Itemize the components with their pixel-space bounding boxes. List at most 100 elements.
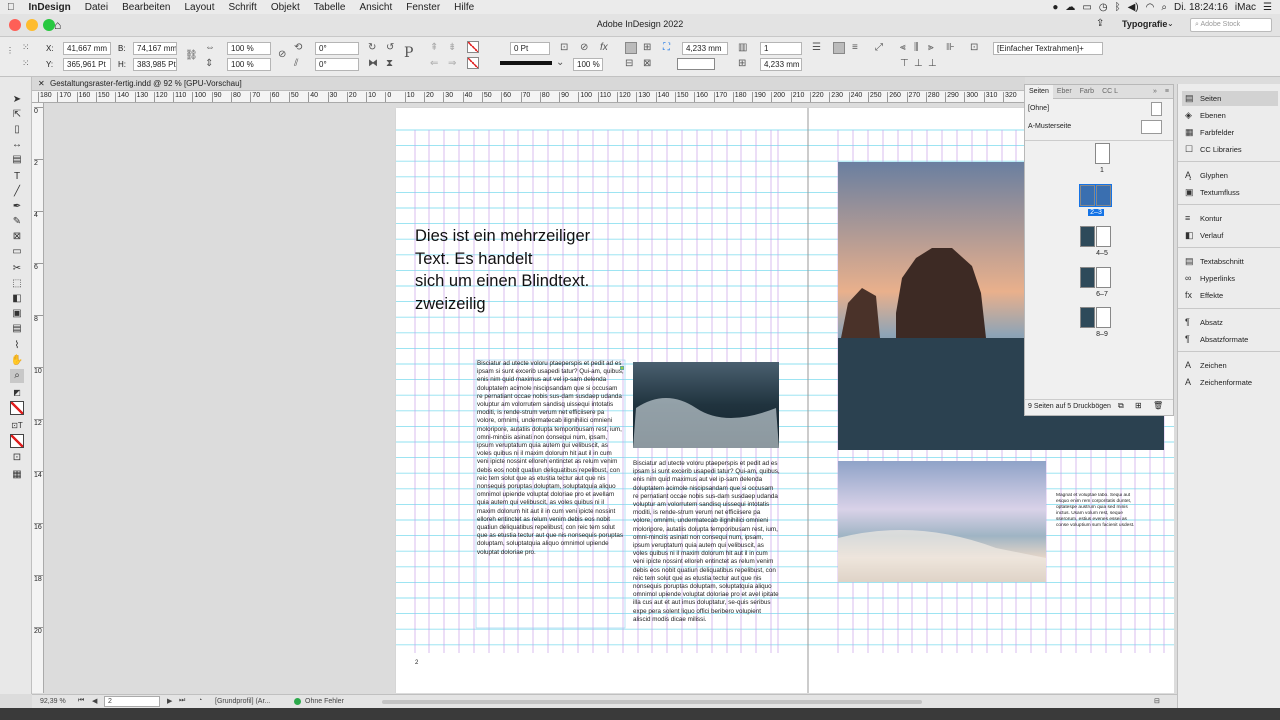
menu-bearbeiten[interactable]: Bearbeiten [115, 2, 177, 13]
direct-selection-tool-icon[interactable]: ⇱ [10, 108, 24, 122]
object-style-select[interactable]: [Einfacher Textrahmen]+ [993, 42, 1103, 55]
menu-ansicht[interactable]: Ansicht [352, 2, 399, 13]
wifi-icon[interactable]: ◠ [1146, 2, 1155, 13]
page-label[interactable]: 4–5 [1082, 250, 1122, 257]
eyedropper-tool-icon[interactable]: ⌇ [10, 339, 24, 353]
free-transform-tool-icon[interactable]: ⬚ [10, 277, 24, 291]
menu-layout[interactable]: Layout [177, 2, 221, 13]
menu-app-name[interactable]: InDesign [22, 2, 78, 13]
stroke-type-line[interactable] [500, 61, 552, 65]
chevron-down-icon[interactable]: ⌄ [556, 57, 564, 69]
align-h-centers-icon[interactable]: ⫼ [914, 42, 919, 54]
page-thumb[interactable] [1079, 184, 1096, 207]
tab-farbfelder[interactable]: Farb [1076, 88, 1098, 95]
first-page-icon[interactable]: ⏮ [78, 697, 84, 705]
dock-item-absatz[interactable]: ¶ Absatz [1182, 315, 1278, 330]
control-center-icon[interactable]: ☰ [1263, 2, 1272, 13]
fill-stroke-swatch[interactable] [10, 401, 24, 415]
type-tool-icon[interactable]: T [10, 170, 24, 184]
zoom-tool-icon[interactable]: ⌕ [10, 369, 24, 383]
constrain-proportions-icon[interactable]: ⊘ [278, 49, 286, 61]
align-left-edges-icon[interactable]: ⫷ [900, 42, 906, 54]
menu-schrift[interactable]: Schrift [222, 2, 264, 13]
content-collector-icon[interactable]: ▤ [10, 153, 24, 167]
horizontal-ruler[interactable]: 180 170 160 150 140 130 120 110 100 90 80 70 60 50 40 3… [32, 91, 1025, 103]
menu-datei[interactable]: Datei [78, 2, 115, 13]
panel-toggle-icon[interactable]: ⊟ [1154, 697, 1160, 705]
dock-item-glyphen[interactable]: Ą Glyphen [1182, 168, 1278, 183]
share-icon[interactable]: ⇪ [1096, 18, 1104, 29]
pen-tool-icon[interactable]: ✒ [10, 200, 24, 214]
pasteboard[interactable]: Dies ist ein mehrzeiliger Text. Es hande… [44, 103, 1174, 693]
select-container-icon[interactable]: ⇞ [430, 42, 438, 54]
a-master-thumb[interactable] [1141, 120, 1162, 134]
hand-tool-icon[interactable]: ✋ [10, 354, 24, 368]
chevron-down-icon[interactable]: ⌄ [1167, 19, 1174, 28]
note-tool-icon[interactable]: ▤ [10, 322, 24, 336]
tab-cc-libraries[interactable]: CC L [1098, 88, 1122, 95]
time-machine-icon[interactable]: ◷ [1099, 2, 1108, 13]
selection-tool-icon[interactable]: ➤ [10, 93, 24, 107]
zoom-level[interactable]: 92,39 % [40, 698, 66, 705]
creative-cloud-icon[interactable]: ☁ [1065, 2, 1075, 13]
a-master-label[interactable]: A-Musterseite [1028, 123, 1071, 130]
rectangle-frame-tool-icon[interactable]: ⊠ [10, 230, 24, 244]
delete-page-icon[interactable]: 🗑 [1153, 401, 1163, 410]
height-field[interactable]: 383,985 Pt [133, 58, 177, 71]
page-label[interactable]: 1 [1082, 167, 1122, 174]
panel-menu-icon[interactable]: ≡ [1161, 88, 1173, 95]
select-next-icon[interactable]: ⇒ [448, 58, 456, 70]
scissors-tool-icon[interactable]: ✂ [10, 262, 24, 276]
page-thumb[interactable] [1096, 226, 1111, 247]
dock-item-hyperlinks[interactable]: ∞ Hyperlinks [1182, 271, 1278, 286]
edit-page-size-icon[interactable]: ⧉ [1118, 401, 1124, 411]
flip-vertical-icon[interactable]: ⧗ [386, 58, 393, 70]
open-page-icon[interactable]: ◔ [198, 697, 202, 704]
dock-item-verlauf[interactable]: ◧ Verlauf [1182, 228, 1278, 243]
adobe-stock-search[interactable]: ⌕ Adobe Stock [1190, 18, 1272, 32]
page-thumb[interactable] [1095, 184, 1112, 207]
menu-hilfe[interactable]: Hilfe [447, 2, 481, 13]
page-label[interactable]: 6–7 [1082, 291, 1122, 298]
vertical-ruler[interactable]: 0 2 4 6 8 10 12 14 16 18 20 [32, 103, 44, 693]
select-content-icon[interactable]: ⇟ [448, 42, 456, 54]
menu-objekt[interactable]: Objekt [264, 2, 307, 13]
workspace-switcher[interactable]: Typografie [1122, 19, 1167, 29]
dock-item-cc-libraries[interactable]: ☐ CC Libraries [1182, 142, 1278, 157]
dock-item-seiten[interactable]: ▤ Seiten [1182, 91, 1278, 106]
reference-point-icon[interactable]: ⁙ [22, 41, 30, 53]
page-label[interactable]: 8–9 [1082, 331, 1122, 338]
vertical-align-center-icon[interactable]: ≡ [852, 42, 858, 54]
opacity-field[interactable]: 100 % [573, 58, 603, 71]
rotate-ccw-icon[interactable]: ↺ [386, 42, 394, 54]
page-thumb[interactable] [1080, 267, 1095, 288]
scale-y-field[interactable]: 100 % [227, 58, 271, 71]
vertical-align-top-button[interactable] [833, 42, 845, 54]
apply-none-swatch[interactable] [10, 434, 24, 448]
bluetooth-icon[interactable]: ᛒ [1115, 2, 1121, 13]
dock-item-effekte[interactable]: fx Effekte [1182, 288, 1278, 303]
flip-horizontal-icon[interactable]: ⧓ [368, 58, 378, 70]
preview-mode-icon[interactable]: ▦ [10, 468, 24, 482]
fill-swatch[interactable] [467, 41, 479, 53]
chain-icon[interactable]: ⊘ [580, 42, 588, 54]
page-thumb[interactable] [1096, 307, 1111, 328]
last-page-icon[interactable]: ⏭ [179, 697, 185, 705]
dock-item-textabschnitt[interactable]: ▤ Textabschnitt [1182, 254, 1278, 269]
formatting-affects-text-icon[interactable]: ⊡T [10, 419, 24, 433]
page-thumb[interactable] [1096, 267, 1111, 288]
text-wrap-icon[interactable]: ⊟ [625, 58, 633, 70]
align-bottom-edges-icon[interactable]: ⊥ [928, 58, 937, 70]
dock-item-kontur[interactable]: ≡ Kontur [1182, 211, 1278, 226]
line-tool-icon[interactable]: ╱ [10, 185, 24, 199]
width-field[interactable]: 74,167 mm [133, 42, 177, 55]
vertical-align-icon[interactable]: ☰ [812, 42, 821, 54]
prev-page-icon[interactable]: ◀ [92, 697, 97, 705]
gradient-tool-icon[interactable]: ◧ [10, 292, 24, 306]
page-thumb[interactable] [1080, 307, 1095, 328]
gutter-field[interactable]: 4,233 mm [760, 58, 802, 71]
search-icon[interactable]: ⌕ [1161, 2, 1167, 13]
pencil-tool-icon[interactable]: ✎ [10, 215, 24, 229]
none-master-label[interactable]: [Ohne] [1028, 105, 1049, 112]
tab-seiten[interactable]: Seiten [1025, 84, 1053, 99]
